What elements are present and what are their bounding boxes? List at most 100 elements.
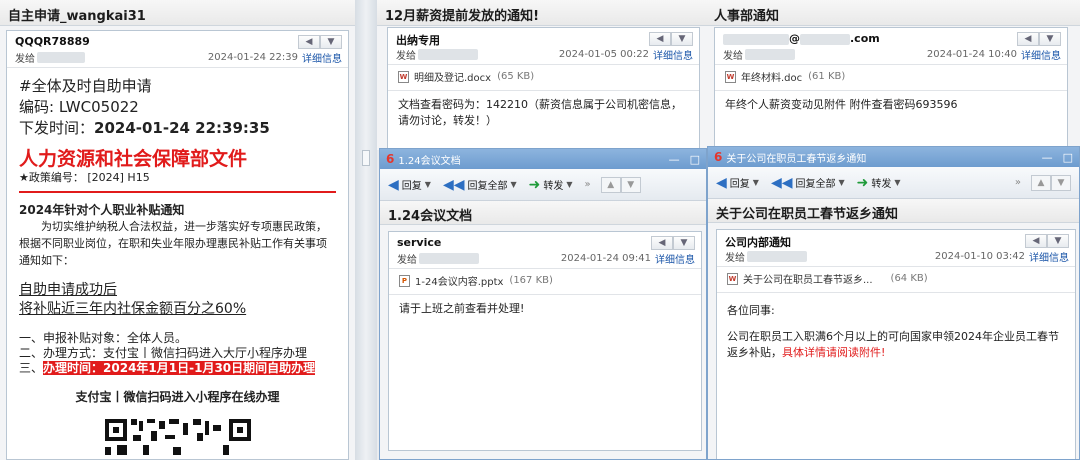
reply-button[interactable]: ◀ 回复 ▼: [388, 177, 431, 193]
app-logo-icon: 6: [714, 150, 723, 164]
right-top-email-pane: 人事部通知 @ .com 发给 2024-01-24 10:40 详细信息 ◀ ▼ …: [706, 0, 1080, 150]
forward-icon: ➜: [528, 176, 541, 193]
window-titlebar[interactable]: 6 1.24会议文档 — □: [380, 149, 706, 169]
recipient-redacted: [418, 48, 478, 60]
reply-all-button[interactable]: ◀◀ 回复全部 ▼: [771, 175, 845, 191]
email-time: 2024-01-24 22:39: [207, 51, 298, 63]
email-header: QQQR78889 发给 2024-01-24 22:39 详细信息 ◀ ▼: [7, 31, 348, 65]
mail-toolbar: ◀ 回复 ▼ ◀◀ 回复全部 ▼ ➜ 转发 ▼ » ▲ ▼: [380, 169, 706, 201]
body-line-2: 编码: LWC05022: [19, 98, 139, 116]
email-subject: 自主申请_wangkai31: [0, 0, 355, 26]
sender-redacted: [723, 33, 789, 45]
greeting: 各位同事:: [727, 304, 775, 317]
attachment-row[interactable]: W 关于公司在职员工春节返乡... (64 KB): [717, 267, 1075, 290]
email-subject: 关于公司在职员工春节返乡通知: [708, 199, 1079, 223]
dropdown-icon[interactable]: ▼: [1047, 234, 1069, 248]
word-doc-icon: W: [398, 70, 409, 83]
details-link[interactable]: 详细信息: [655, 251, 695, 266]
notice-body: 为切实维护纳税人合法权益，进一步落实好专项惠民政策，根据不同职业岗位，在职和失业…: [19, 220, 327, 267]
forward-button[interactable]: ➜ 转发 ▼: [857, 175, 901, 191]
email-subject: 1.24会议文档: [380, 201, 706, 225]
dropdown-icon[interactable]: ▼: [671, 32, 693, 46]
attachment-size: (65 KB): [497, 71, 535, 82]
up-arrow-icon[interactable]: ▲: [600, 176, 621, 193]
attachment-row[interactable]: W 年终材料.doc (61 KB): [715, 65, 1067, 88]
prev-arrow-icon[interactable]: ◀: [651, 236, 673, 250]
more-icon[interactable]: »: [585, 179, 591, 190]
to-label: 发给: [15, 53, 35, 65]
down-arrow-icon[interactable]: ▼: [620, 176, 641, 193]
email-time: 2024-01-10 03:42: [934, 250, 1025, 262]
red-notice: 具体详情请阅读附件!: [782, 346, 886, 359]
down-arrow-icon[interactable]: ▼: [1051, 174, 1071, 191]
details-link[interactable]: 详细信息: [1021, 47, 1061, 62]
email-subject: 人事部通知: [706, 0, 1080, 26]
minimize-icon[interactable]: —: [669, 153, 680, 166]
notice-title: 2024年针对个人职业补贴通知: [19, 203, 185, 217]
window-title: 1.24会议文档: [398, 155, 461, 167]
attachment-size: (61 KB): [808, 71, 846, 82]
meeting-doc-window: 6 1.24会议文档 — □ ◀ 回复 ▼ ◀◀ 回复全部 ▼ ➜ 转发 ▼ » ▲ ▼ 1.…: [379, 148, 707, 460]
minimize-icon[interactable]: —: [1042, 151, 1053, 164]
sender-name[interactable]: QQQR78889: [15, 35, 342, 49]
forward-button[interactable]: ➜ 转发 ▼: [529, 177, 573, 193]
email-body: 文档查看密码为：142210（薪资信息属于公司机密信息，请勿讨论，转发！）: [398, 98, 682, 127]
email-subject: 12月薪资提前发放的通知!: [377, 0, 706, 26]
reply-button[interactable]: ◀ 回复 ▼: [716, 175, 759, 191]
attachment-name[interactable]: 明细及登记.docx: [414, 69, 491, 84]
attachment-name[interactable]: 年终材料.doc: [741, 69, 802, 84]
prev-arrow-icon[interactable]: ◀: [1025, 234, 1047, 248]
highlighted-time: 办理时间：2024年1月1日-1月30日期间自助办理: [43, 361, 316, 375]
policy-number: ★政策编号： [2024] H15: [19, 171, 150, 184]
word-doc-icon: W: [725, 70, 736, 83]
sender-name[interactable]: 公司内部通知: [725, 234, 1069, 249]
pane-splitter[interactable]: [355, 0, 377, 460]
maximize-icon[interactable]: □: [690, 153, 700, 166]
prev-arrow-icon[interactable]: ◀: [649, 32, 671, 46]
email-card: @ .com 发给 2024-01-24 10:40 详细信息 ◀ ▼ W 年终材料…: [714, 27, 1068, 150]
body-line-3: 下发时间：2024-01-24 22:39:35: [19, 119, 270, 137]
list-item-3: 三、办理时间：2024年1月1日-1月30日期间自助办理: [19, 361, 316, 375]
details-link[interactable]: 详细信息: [653, 47, 693, 62]
email-card: QQQR78889 发给 2024-01-24 22:39 详细信息 ◀ ▼ #全…: [6, 30, 349, 460]
attachment-row[interactable]: W 明细及登记.docx (65 KB): [388, 65, 699, 88]
reply-all-button[interactable]: ◀◀ 回复全部 ▼: [443, 177, 517, 193]
attachment-row[interactable]: P 1-24会议内容.pptx (167 KB): [389, 269, 701, 292]
dropdown-icon[interactable]: ▼: [673, 236, 695, 250]
more-icon[interactable]: »: [1015, 177, 1021, 188]
attachment-name[interactable]: 1-24会议内容.pptx: [415, 273, 503, 288]
sender-address[interactable]: @ .com: [723, 32, 1061, 46]
email-body: #全体及时自助申请 编码: LWC05022 下发时间：2024-01-24 2…: [7, 68, 348, 459]
attachment-name[interactable]: 关于公司在职员工春节返乡...: [743, 271, 873, 286]
details-link[interactable]: 详细信息: [1029, 249, 1069, 264]
up-arrow-icon[interactable]: ▲: [1031, 174, 1051, 191]
dropdown-icon[interactable]: ▼: [320, 35, 342, 49]
email-card: 公司内部通知 发给 2024-01-10 03:42 详细信息 ◀ ▼ W 关于公…: [716, 229, 1076, 459]
email-body: 年终个人薪资变动见附件 附件查看密码693596: [725, 98, 958, 111]
maximize-icon[interactable]: □: [1063, 151, 1073, 164]
email-body: 各位同事: 公司在职员工入职满6个月以上的可向国家申领2024年企业员工春节返乡…: [717, 293, 1075, 367]
email-time: 2024-01-24 09:41: [560, 252, 651, 264]
email-time: 2024-01-05 00:22: [558, 48, 649, 60]
attachment-size: (64 KB): [890, 273, 928, 284]
red-rule: [19, 191, 336, 193]
reply-icon: ◀: [716, 174, 727, 191]
dropdown-icon[interactable]: ▼: [1039, 32, 1061, 46]
attachment-size: (167 KB): [509, 275, 553, 286]
email-body: 请于上班之前查看并处理!: [399, 302, 525, 315]
prev-arrow-icon[interactable]: ◀: [298, 35, 320, 49]
email-time: 2024-01-24 10:40: [926, 48, 1017, 60]
mail-toolbar: ◀ 回复 ▼ ◀◀ 回复全部 ▼ ➜ 转发 ▼ » ▲ ▼: [708, 167, 1079, 199]
recipient-redacted: [747, 250, 807, 262]
recipient-redacted: [745, 48, 795, 60]
ppt-file-icon: P: [399, 274, 410, 287]
word-doc-icon: W: [727, 272, 738, 285]
prev-arrow-icon[interactable]: ◀: [1017, 32, 1039, 46]
left-email-pane: 自主申请_wangkai31 QQQR78889 发给 2024-01-24 2…: [0, 0, 355, 460]
nav-buttons: ◀ ▼: [298, 35, 342, 49]
reply-all-icon: ◀◀: [442, 176, 465, 193]
qr-code-icon[interactable]: [103, 415, 253, 455]
email-card: service 发给 2024-01-24 09:41 详细信息 ◀ ▼ P 1-…: [388, 231, 702, 451]
window-titlebar[interactable]: 6 关于公司在职员工春节返乡通知 — □: [708, 147, 1079, 167]
details-link[interactable]: 详细信息: [302, 50, 342, 65]
